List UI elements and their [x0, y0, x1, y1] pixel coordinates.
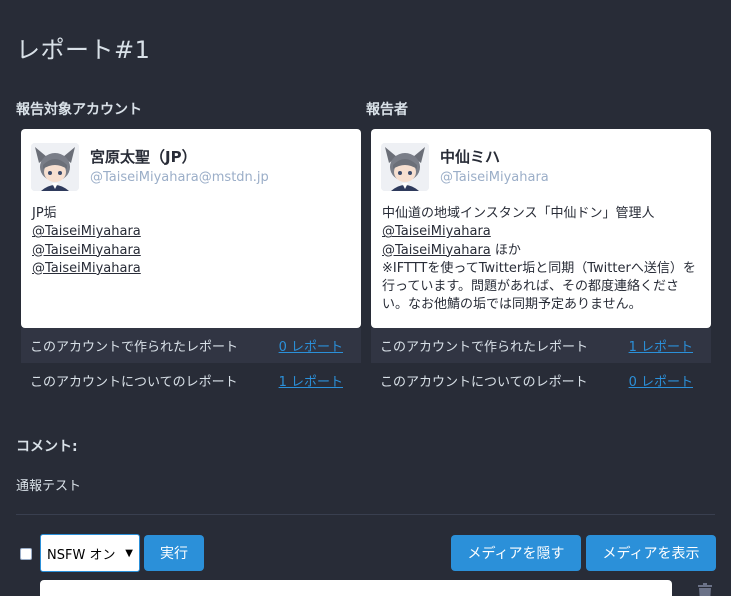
- comment-heading: コメント:: [16, 439, 78, 455]
- reporter-column: 中仙ミハ @TaiseiMiyahara 中仙道の地域インスタンス「中仙ドン」管…: [371, 129, 711, 398]
- stat-label: このアカウントについてのレポート: [380, 375, 588, 390]
- stat-label: このアカウントについてのレポート: [30, 375, 238, 390]
- reports-count-link[interactable]: 0 レポート: [629, 371, 693, 390]
- display-name[interactable]: 宮原太聖（JP）: [90, 146, 197, 167]
- execute-button[interactable]: 実行: [144, 535, 204, 571]
- bio-text: 中仙道の地域インスタンス「中仙ドン」管理人: [382, 206, 655, 221]
- account-handle: @TaiseiMiyahara@mstdn.jp: [90, 170, 269, 185]
- mention-link[interactable]: @TaiseiMiyahara: [382, 224, 491, 239]
- reports-by-account-row: このアカウントで作られたレポート 1 レポート: [371, 328, 711, 363]
- page-title: レポート#1: [16, 36, 151, 64]
- target-account-card[interactable]: 宮原太聖（JP） @TaiseiMiyahara@mstdn.jp JP垢 @T…: [21, 129, 361, 328]
- reports-about-account-row: このアカウントについてのレポート 1 レポート: [21, 363, 361, 398]
- reports-count-link[interactable]: 1 レポート: [279, 371, 343, 390]
- mention-link[interactable]: @TaiseiMiyahara: [32, 261, 141, 276]
- avatar[interactable]: [31, 143, 79, 191]
- reports-count-link[interactable]: 1 レポート: [629, 336, 693, 355]
- select-value: NSFW オン: [47, 547, 116, 563]
- account-bio: JP垢 @TaiseiMiyahara @TaiseiMiyahara @Tai…: [32, 205, 349, 278]
- status-textbox[interactable]: [40, 580, 672, 596]
- divider: [16, 514, 715, 515]
- account-bio: 中仙道の地域インスタンス「中仙ドン」管理人 @TaiseiMiyahara @T…: [382, 205, 699, 315]
- bio-text: ほか: [490, 242, 521, 258]
- bio-text: JP垢: [32, 206, 57, 221]
- stat-label: このアカウントで作られたレポート: [380, 340, 589, 355]
- caret-down-icon: ▼: [125, 548, 133, 559]
- mention-link[interactable]: @TaiseiMiyahara: [32, 224, 141, 239]
- show-media-button[interactable]: メディアを表示: [586, 535, 716, 571]
- reports-about-account-row: このアカウントについてのレポート 0 レポート: [371, 363, 711, 398]
- target-account-column: 宮原太聖（JP） @TaiseiMiyahara@mstdn.jp JP垢 @T…: [21, 129, 361, 398]
- reports-by-account-row: このアカウントで作られたレポート 0 レポート: [21, 328, 361, 363]
- reporter-card[interactable]: 中仙ミハ @TaiseiMiyahara 中仙道の地域インスタンス「中仙ドン」管…: [371, 129, 711, 328]
- avatar[interactable]: [381, 143, 429, 191]
- mention-link[interactable]: @TaiseiMiyahara: [382, 243, 491, 258]
- trash-icon[interactable]: [695, 582, 715, 596]
- reporter-heading: 報告者: [366, 102, 408, 118]
- stat-label: このアカウントで作られたレポート: [30, 340, 239, 355]
- comment-text: 通報テスト: [16, 479, 82, 494]
- display-name[interactable]: 中仙ミハ: [440, 146, 500, 167]
- account-handle: @TaiseiMiyahara: [440, 170, 549, 185]
- action-select[interactable]: NSFW オン ▼: [40, 534, 140, 572]
- hide-media-button[interactable]: メディアを隠す: [451, 535, 581, 571]
- select-status-checkbox[interactable]: [20, 548, 32, 560]
- reports-count-link[interactable]: 0 レポート: [279, 336, 343, 355]
- bio-text: ※IFTTTを使ってTwitter垢と同期（Twitterへ送信）を行っています…: [382, 260, 696, 313]
- target-account-heading: 報告対象アカウント: [16, 102, 142, 118]
- mention-link[interactable]: @TaiseiMiyahara: [32, 243, 141, 258]
